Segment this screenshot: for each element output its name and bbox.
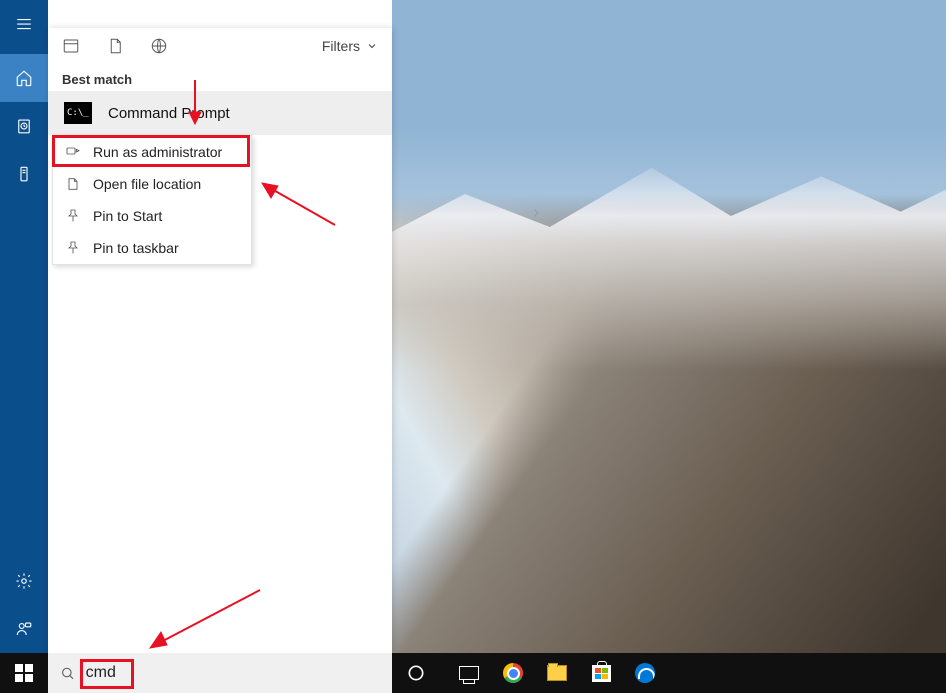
pin-taskbar-icon <box>65 240 81 256</box>
cortana-ring-icon <box>406 663 426 683</box>
documents-filter-icon[interactable] <box>106 37 124 55</box>
home-icon <box>15 69 33 87</box>
panel-filter-bar: Filters <box>48 28 392 64</box>
ctx-pin-to-start[interactable]: Pin to Start <box>53 200 251 232</box>
gear-icon <box>15 572 33 590</box>
cmd-icon: C:\_ <box>64 102 92 124</box>
ctx-label: Open file location <box>93 176 201 192</box>
rail-settings-button[interactable] <box>0 557 48 605</box>
edge-icon <box>635 663 655 683</box>
taskbar-pinned-apps <box>448 653 666 693</box>
ctx-pin-to-taskbar[interactable]: Pin to taskbar <box>53 232 251 264</box>
ctx-label: Pin to Start <box>93 208 162 224</box>
rail-menu-button[interactable] <box>0 0 48 48</box>
search-icon <box>60 665 76 682</box>
task-view-icon <box>459 666 479 680</box>
person-feedback-icon <box>15 620 33 638</box>
clock-icon <box>15 117 33 135</box>
tower-icon <box>15 165 33 183</box>
file-explorer-icon <box>547 665 567 681</box>
filters-dropdown[interactable]: Filters <box>322 38 378 54</box>
rail-feedback-button[interactable] <box>0 605 48 653</box>
chrome-taskbar-button[interactable] <box>492 653 534 693</box>
apps-filter-icon[interactable] <box>62 37 80 55</box>
ctx-label: Pin to taskbar <box>93 240 179 256</box>
taskbar <box>0 653 946 693</box>
web-filter-icon[interactable] <box>150 37 168 55</box>
result-command-prompt[interactable]: C:\_ Command Prompt <box>48 91 392 135</box>
ctx-open-file-location[interactable]: Open file location <box>53 168 251 200</box>
filters-label: Filters <box>322 38 360 54</box>
chevron-right-icon <box>530 205 542 221</box>
panel-top-gap <box>48 0 392 28</box>
edge-taskbar-button[interactable] <box>624 653 666 693</box>
ctx-run-as-admin[interactable]: Run as administrator <box>53 136 251 168</box>
file-explorer-taskbar-button[interactable] <box>536 653 578 693</box>
cortana-left-rail <box>0 0 48 653</box>
store-taskbar-button[interactable] <box>580 653 622 693</box>
shield-admin-icon <box>65 144 81 160</box>
context-menu: Run as administrator Open file location … <box>52 135 252 265</box>
best-match-label: Best match <box>48 64 392 91</box>
folder-location-icon <box>65 176 81 192</box>
windows-logo-icon <box>15 664 33 682</box>
rail-recent-button[interactable] <box>0 102 48 150</box>
search-results-panel: Filters Best match C:\_ Command Prompt R… <box>48 28 392 653</box>
rail-home-button[interactable] <box>0 54 48 102</box>
hamburger-icon <box>15 15 33 33</box>
ctx-label: Run as administrator <box>93 144 222 160</box>
chevron-down-icon <box>366 40 378 52</box>
rail-device-button[interactable] <box>0 150 48 198</box>
taskbar-search-box[interactable] <box>48 653 392 693</box>
result-title: Command Prompt <box>108 105 230 122</box>
pin-start-icon <box>65 208 81 224</box>
chrome-icon <box>503 663 523 683</box>
cortana-button[interactable] <box>392 653 440 693</box>
microsoft-store-icon <box>592 665 611 682</box>
task-view-button[interactable] <box>448 653 490 693</box>
expand-chevron[interactable] <box>530 205 542 226</box>
search-input[interactable] <box>86 664 380 682</box>
start-button[interactable] <box>0 653 48 693</box>
